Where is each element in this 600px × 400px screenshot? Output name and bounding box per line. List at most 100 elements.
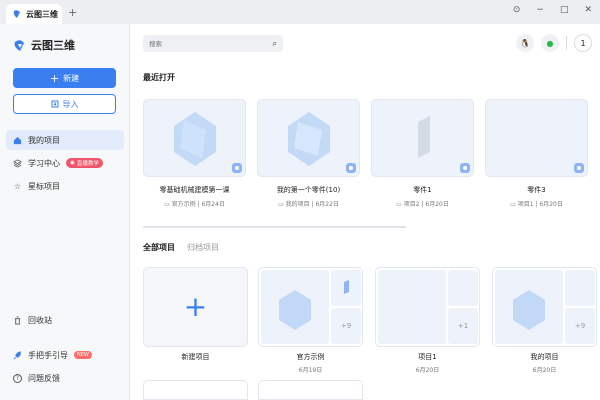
sidebar-item-guide[interactable]: 手把手引导 NEW xyxy=(6,345,124,365)
app-tab[interactable]: 云图三维 xyxy=(6,4,62,24)
header-actions: 🐧 ● 1 xyxy=(516,34,592,52)
notification-badge[interactable]: 1 xyxy=(574,34,592,52)
recent-thumbnail xyxy=(485,99,588,177)
live-dot-icon: ◉ xyxy=(70,160,75,166)
recent-thumbnail xyxy=(257,99,360,177)
sidebar-item-feedback[interactable]: ? 问题反馈 xyxy=(6,368,124,388)
model-preview-icon xyxy=(344,280,349,294)
live-badge: ◉ 直播教学 xyxy=(66,158,103,168)
more-count: +1 xyxy=(448,308,478,344)
recent-card[interactable]: 零基础机械建模第一课 ▭ 官方示例 | 6月24日 xyxy=(143,99,246,208)
new-badge: NEW xyxy=(74,351,92,359)
project-preview xyxy=(448,270,478,306)
recent-meta: ▭ 项目2 | 6月20日 xyxy=(371,199,474,208)
model-type-icon xyxy=(232,163,242,173)
model-preview-icon xyxy=(513,290,545,330)
project-preview xyxy=(331,270,361,306)
recent-thumbnail xyxy=(143,99,246,177)
tab-archived[interactable]: 归档项目 xyxy=(187,242,219,253)
divider xyxy=(566,36,567,50)
recent-meta: ▭ 我的项目 | 6月22日 xyxy=(257,199,360,208)
project-name: 新建项目 xyxy=(181,353,210,361)
folder-icon: ▭ xyxy=(164,201,172,208)
rocket-icon xyxy=(13,350,21,359)
home-icon xyxy=(13,136,22,144)
tab-all-projects[interactable]: 全部项目 xyxy=(143,242,175,253)
project-card[interactable]: +1 项目1 6月20日 xyxy=(375,267,480,374)
live-badge-text: 直播教学 xyxy=(76,161,99,167)
recent-meta-text: 项目2 | 6月20日 xyxy=(403,201,449,208)
sidebar-item-label: 手把手引导 xyxy=(28,350,68,360)
model-preview-icon xyxy=(174,112,216,166)
project-thumbnail: +9 xyxy=(492,267,597,347)
sidebar: 云图三维 + 新建 导入 我的项目 学习中心 ◉ 直播教学 ☆ 星标项目 回收站 … xyxy=(0,24,130,400)
search-input[interactable] xyxy=(149,39,259,48)
recent-meta-text: 项目1 | 6月20日 xyxy=(517,201,563,208)
project-date: 6月19日 xyxy=(298,367,323,374)
recent-name: 零基础机械建模第一课 xyxy=(159,186,230,194)
project-card[interactable]: +9 官方示例 6月19日 xyxy=(258,267,363,374)
wechat-icon[interactable]: ● xyxy=(541,34,559,52)
help-icon: ? xyxy=(13,373,22,383)
model-type-icon xyxy=(574,163,584,173)
folder-icon: ▭ xyxy=(396,201,404,208)
sidebar-item-trash[interactable]: 回收站 xyxy=(6,310,124,330)
recent-meta: ▭ 官方示例 | 6月24日 xyxy=(143,199,246,208)
project-date: 6月20日 xyxy=(415,367,440,374)
recent-meta: ▭ 项目1 | 6月20日 xyxy=(485,199,588,208)
close-button[interactable]: ✕ xyxy=(584,5,592,15)
recent-card[interactable]: 零件3 ▭ 项目1 | 6月20日 xyxy=(485,99,588,208)
project-name: 项目1 xyxy=(418,353,437,361)
recent-name: 零件3 xyxy=(527,186,546,194)
horizontal-scrollbar[interactable] xyxy=(143,226,406,228)
recent-card[interactable]: 零件1 ▭ 项目2 | 6月20日 xyxy=(371,99,474,208)
recent-name: 零件1 xyxy=(413,186,432,194)
project-thumbnail: +1 xyxy=(375,267,480,347)
project-card-partial[interactable] xyxy=(258,380,363,400)
project-name: 我的项目 xyxy=(530,353,559,361)
new-project-tile[interactable]: + xyxy=(143,267,248,347)
search-icon[interactable]: ⌕ xyxy=(273,39,277,49)
recent-thumbnail xyxy=(371,99,474,177)
folder-icon: ▭ xyxy=(278,201,286,208)
sidebar-item-label: 星标项目 xyxy=(28,181,60,191)
add-tab-button[interactable]: + xyxy=(68,6,77,19)
more-count: +9 xyxy=(565,308,595,344)
more-count: +9 xyxy=(331,308,361,344)
title-bar: 云图三维 + ⊙ − □ ✕ xyxy=(0,0,600,24)
model-type-icon xyxy=(346,163,356,173)
maximize-button[interactable]: □ xyxy=(560,5,569,15)
project-preview xyxy=(378,270,446,344)
import-label: 导入 xyxy=(62,99,79,109)
project-tabs: 全部项目 归档项目 xyxy=(143,242,219,253)
qq-icon[interactable]: 🐧 xyxy=(516,34,534,52)
project-name: 官方示例 xyxy=(296,353,325,361)
folder-icon: ▭ xyxy=(510,201,518,208)
brand-icon xyxy=(14,39,24,51)
window-controls: ⊙ − □ ✕ xyxy=(513,5,592,15)
recent-card[interactable]: 我的第一个零件(10) ▭ 我的项目 | 6月22日 xyxy=(257,99,360,208)
project-thumbnail: +9 xyxy=(258,267,363,347)
app-logo-icon xyxy=(13,10,20,18)
import-button[interactable]: 导入 xyxy=(13,94,116,114)
new-button[interactable]: + 新建 xyxy=(13,68,116,88)
model-type-icon xyxy=(460,163,470,173)
plus-icon: + xyxy=(183,290,208,323)
minimize-button[interactable]: − xyxy=(536,5,544,15)
part-preview-icon xyxy=(418,116,430,158)
main-content: ⌕ 🐧 ● 1 最近打开 零基础机械建模第一课 ▭ 官方示例 | 6月24日 我… xyxy=(131,24,600,400)
sidebar-item-starred[interactable]: ☆ 星标项目 xyxy=(6,176,124,196)
new-label: 新建 xyxy=(63,73,80,83)
recent-name: 我的第一个零件(10) xyxy=(276,186,341,194)
app-name: 云图三维 xyxy=(31,39,75,52)
sidebar-item-learning-center[interactable]: 学习中心 ◉ 直播教学 xyxy=(6,153,124,173)
project-card[interactable]: +9 我的项目 6月20日 xyxy=(492,267,597,374)
model-preview-icon xyxy=(279,290,311,330)
pin-icon[interactable]: ⊙ xyxy=(513,5,521,15)
new-project-card[interactable]: + 新建项目 xyxy=(143,267,248,362)
sidebar-item-my-projects[interactable]: 我的项目 xyxy=(6,130,124,150)
sidebar-item-label: 问题反馈 xyxy=(28,373,60,383)
search-box[interactable]: ⌕ xyxy=(143,35,283,52)
project-card-partial[interactable] xyxy=(143,380,248,400)
layers-icon xyxy=(13,158,22,168)
